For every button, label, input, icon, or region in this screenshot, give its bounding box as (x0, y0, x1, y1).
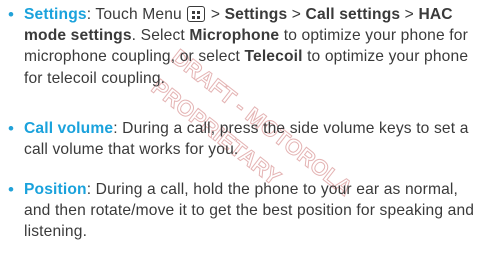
text-segment: > (206, 6, 225, 23)
option-microphone: Microphone (189, 27, 280, 45)
list-item-text: Call volume: During a call, press the si… (24, 118, 479, 160)
bullet-icon: • (8, 119, 14, 138)
menu-path-call-settings: Call settings (305, 6, 401, 23)
menu-path-settings: Settings (224, 6, 288, 23)
list-item-text: Settings: Touch Menu > Settings > Call s… (24, 4, 479, 89)
list-item-text: Position: During a call, hold the phone … (24, 179, 479, 243)
option-telecoil: Telecoil (244, 48, 303, 66)
help-page: DRAFT - MOTOROLA PROPRIETARY • Settings:… (0, 0, 487, 258)
text-segment: . Select (131, 27, 190, 45)
bullet-icon: • (8, 5, 14, 24)
term-settings: Settings (24, 6, 87, 23)
bullet-icon: • (8, 180, 14, 199)
term-position: Position (24, 181, 87, 198)
list-item-body: : During a call, hold the phone to your … (24, 181, 475, 241)
text-segment: > (287, 6, 306, 23)
term-call-volume: Call volume (24, 120, 114, 137)
text-segment: : Touch Menu (86, 6, 187, 23)
menu-key-icon (187, 6, 206, 22)
text-segment: > (400, 6, 419, 23)
